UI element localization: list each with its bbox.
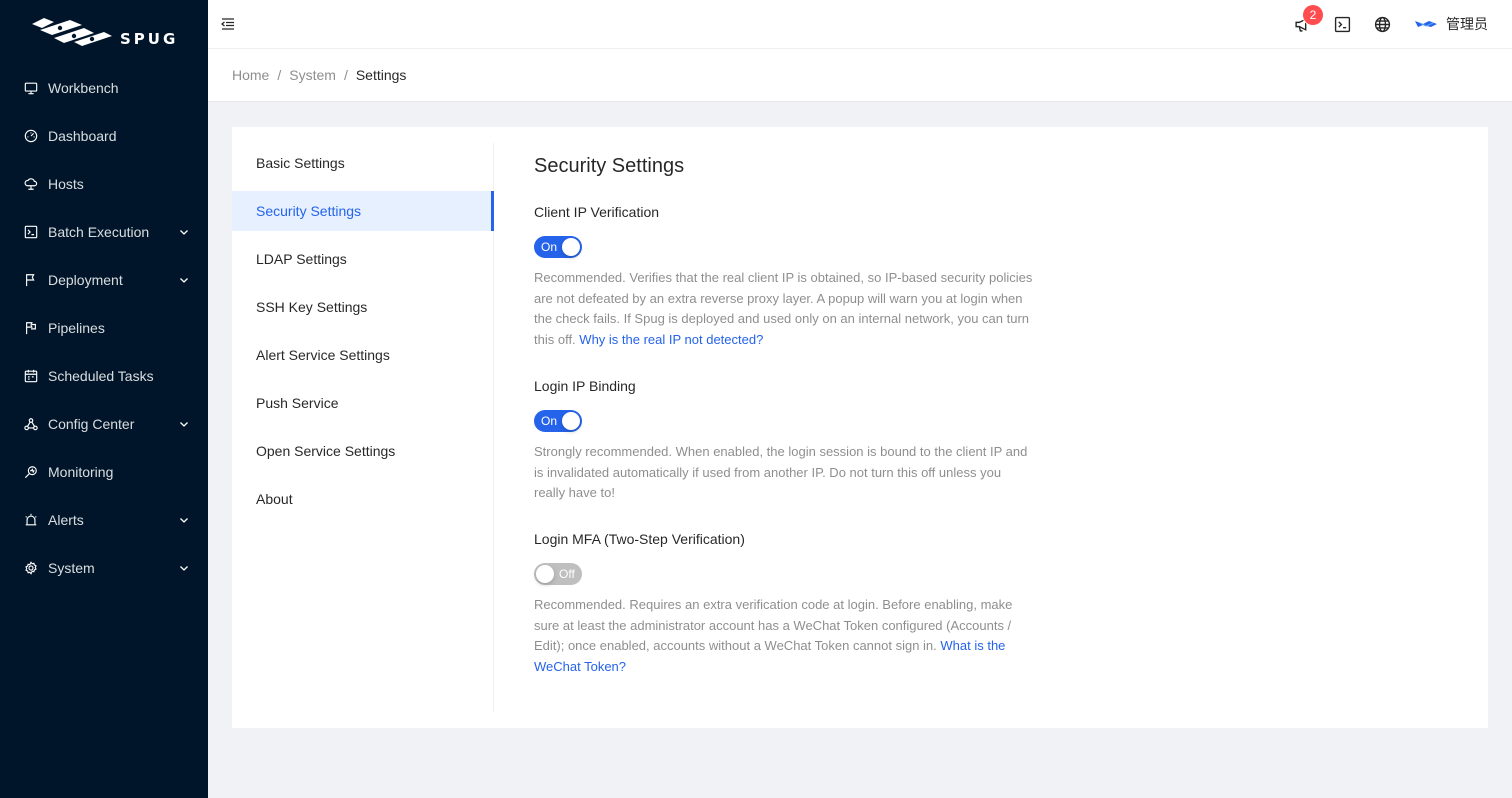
terminal-icon [1334, 16, 1350, 32]
setting-label: Client IP Verification [534, 204, 660, 220]
breadcrumb-system[interactable]: System [289, 67, 336, 83]
sidebar-item-label: Batch Execution [48, 224, 150, 240]
pipeline-icon [24, 321, 38, 335]
breadcrumb-separator: / [277, 67, 282, 83]
mfa-toggle[interactable]: Off [534, 563, 582, 585]
toggle-text: Off [559, 567, 575, 581]
sidebar-item-pipelines[interactable]: Pipelines [0, 304, 208, 352]
breadcrumb-home[interactable]: Home [232, 67, 269, 83]
cloud-server-icon [24, 177, 38, 191]
settings-menu-basic[interactable]: Basic Settings [232, 143, 493, 183]
settings-menu-ssh-key[interactable]: SSH Key Settings [232, 287, 493, 327]
logo[interactable]: SPUG [0, 0, 208, 64]
sidebar-item-label: System [48, 560, 95, 576]
toggle-knob [562, 412, 580, 430]
spug-logo-icon [32, 18, 112, 46]
settings-menu-ldap[interactable]: LDAP Settings [232, 239, 493, 279]
sidebar-item-label: Dashboard [48, 128, 117, 144]
notification-button[interactable]: 2 [1282, 0, 1323, 48]
setting-mfa: Login MFA (Two-Step Verification) Off Re… [534, 528, 1034, 677]
breadcrumb-settings: Settings [355, 67, 407, 83]
sidebar-item-label: Alerts [48, 512, 84, 528]
sidebar-item-label: Pipelines [48, 320, 105, 336]
toggle-knob [536, 565, 554, 583]
user-menu[interactable]: 管理员 [1414, 14, 1488, 34]
page-title: Security Settings [534, 155, 685, 177]
user-name: 管理员 [1446, 16, 1488, 32]
sidebar-item-workbench[interactable]: Workbench [0, 64, 208, 112]
desktop-icon [24, 81, 38, 95]
settings-menu-open-service[interactable]: Open Service Settings [232, 431, 493, 471]
monitor-icon [24, 465, 38, 479]
setting-label: Login MFA (Two-Step Verification) [534, 531, 745, 547]
security-settings-panel: Security Settings Client IP Verification… [534, 151, 1034, 677]
sidebar-item-label: Deployment [48, 272, 123, 288]
setting-ip-binding: Login IP Binding On Strongly recommended… [534, 375, 1034, 528]
settings-menu-about[interactable]: About [232, 479, 493, 519]
real-ip-help-link[interactable]: Why is the real IP not detected? [579, 332, 763, 347]
sidebar-item-dashboard[interactable]: Dashboard [0, 112, 208, 160]
settings-menu-security[interactable]: Security Settings [232, 191, 494, 231]
setting-description: Strongly recommended. When enabled, the … [534, 444, 1028, 500]
setting-description: Recommended. Verifies that the real clie… [534, 268, 1034, 350]
sidebar-item-label: Config Center [48, 416, 135, 432]
code-icon [24, 225, 38, 239]
sidebar-item-deployment[interactable]: Deployment [0, 256, 208, 304]
client-ip-toggle[interactable]: On [534, 236, 582, 258]
settings-menu: Basic Settings Security Settings LDAP Se… [232, 143, 494, 712]
breadcrumb: Home / System / Settings [208, 49, 1512, 102]
setting-description: Recommended. Requires an extra verificat… [534, 595, 1034, 677]
toggle-knob [562, 238, 580, 256]
avatar [1414, 18, 1438, 30]
setting-client-ip: Client IP Verification On Recommended. V… [534, 201, 1034, 375]
language-button[interactable] [1362, 0, 1402, 48]
chevron-down-icon [178, 226, 190, 238]
chevron-down-icon [178, 418, 190, 430]
setting-label: Login IP Binding [534, 378, 636, 394]
chevron-down-icon [178, 274, 190, 286]
settings-card: Basic Settings Security Settings LDAP Se… [232, 127, 1488, 728]
sidebar-item-label: Hosts [48, 176, 84, 192]
terminal-button[interactable] [1322, 0, 1362, 48]
deployment-unit-icon [24, 417, 38, 431]
sidebar-item-label: Scheduled Tasks [48, 368, 154, 384]
setting-icon [24, 561, 38, 575]
ip-binding-toggle[interactable]: On [534, 410, 582, 432]
sidebar-item-label: Workbench [48, 80, 119, 96]
top-header: 2 管理员 [208, 0, 1512, 49]
sidebar-item-scheduled-tasks[interactable]: Scheduled Tasks [0, 352, 208, 400]
sidebar-item-hosts[interactable]: Hosts [0, 160, 208, 208]
logo-text: SPUG [120, 30, 179, 48]
sidebar-item-system[interactable]: System [0, 544, 208, 592]
chevron-down-icon [178, 514, 190, 526]
sidebar: SPUG Workbench Dashboard Hosts Batch Exe… [0, 0, 208, 798]
sidebar-item-label: Monitoring [48, 464, 114, 480]
settings-menu-push-service[interactable]: Push Service [232, 383, 493, 423]
schedule-icon [24, 369, 38, 383]
sidebar-item-alerts[interactable]: Alerts [0, 496, 208, 544]
menu-fold-icon[interactable] [220, 16, 236, 32]
breadcrumb-separator: / [343, 67, 348, 83]
globe-icon [1374, 16, 1390, 32]
chevron-down-icon [178, 562, 190, 574]
alert-icon [24, 513, 38, 527]
flag-icon [24, 273, 38, 287]
toggle-text: On [541, 240, 558, 254]
notification-badge: 2 [1303, 5, 1323, 25]
sidebar-item-config-center[interactable]: Config Center [0, 400, 208, 448]
sidebar-item-monitoring[interactable]: Monitoring [0, 448, 208, 496]
sidebar-item-batch-execution[interactable]: Batch Execution [0, 208, 208, 256]
dashboard-icon [24, 129, 38, 143]
sidebar-menu: Workbench Dashboard Hosts Batch Executio… [0, 64, 208, 592]
settings-menu-alert-service[interactable]: Alert Service Settings [232, 335, 493, 375]
toggle-text: On [541, 414, 558, 428]
header-actions: 2 管理员 [1282, 0, 1488, 48]
